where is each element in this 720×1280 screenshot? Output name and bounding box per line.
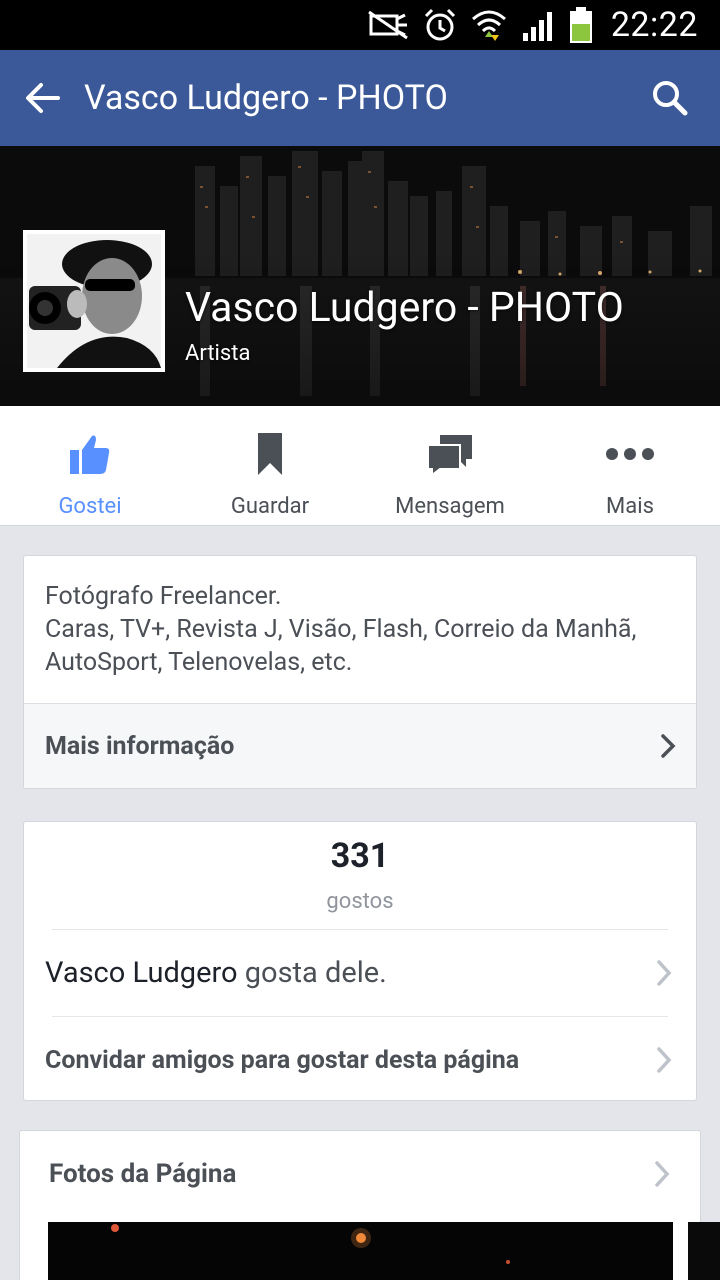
photo-image [48, 1222, 673, 1280]
friend-name: Vasco Ludgero [45, 956, 238, 990]
page-photos-title: Fotos da Página [49, 1159, 237, 1189]
cover-photo[interactable]: Vasco Ludgero - PHOTO Artista [0, 146, 720, 406]
likes-count: 331 [330, 836, 390, 876]
chevron-right-icon [657, 960, 672, 986]
signal-icon [521, 7, 555, 43]
thumbs-up-icon [68, 430, 112, 478]
wifi-icon [471, 7, 507, 43]
about-line-1: Fotógrafo Freelancer. [45, 582, 282, 611]
chevron-right-icon [661, 734, 676, 758]
likes-card: 331 gostos Vasco Ludgero gosta dele. Con… [23, 821, 697, 1101]
like-button[interactable]: Gostei [0, 406, 180, 525]
alarm-icon [423, 7, 457, 43]
profile-photo [27, 234, 161, 368]
likes-label: gostos [326, 889, 394, 914]
page-photos-card: Fotos da Página [19, 1130, 720, 1280]
like-label: Gostei [58, 494, 122, 519]
avatar[interactable] [23, 230, 165, 372]
message-button[interactable]: Mensagem [360, 406, 540, 525]
battery-icon [569, 7, 593, 43]
status-time: 22:22 [610, 5, 698, 45]
about-line-2: Caras, TV+, Revista J, Visão, Flash, Cor… [45, 615, 637, 677]
status-bar: 22:22 [0, 0, 720, 50]
invite-friends-label: Convidar amigos para gostar desta página [45, 1045, 520, 1075]
message-label: Mensagem [395, 494, 505, 519]
invite-friends-row[interactable]: Convidar amigos para gostar desta página [24, 1017, 696, 1103]
search-icon [653, 81, 688, 116]
page-photos-header[interactable]: Fotos da Página [20, 1131, 700, 1217]
more-info-label: Mais informação [45, 731, 235, 761]
photo-thumbnail[interactable] [688, 1222, 720, 1280]
about-card: Fotógrafo Freelancer. Caras, TV+, Revist… [23, 555, 697, 789]
save-label: Guardar [230, 494, 310, 519]
about-description: Fotógrafo Freelancer. Caras, TV+, Revist… [24, 556, 696, 679]
message-icon [426, 430, 474, 478]
more-icon [605, 430, 655, 478]
back-arrow-icon [26, 83, 60, 113]
more-info-row[interactable]: Mais informação [24, 703, 696, 788]
toolbar-title: Vasco Ludgero - PHOTO [84, 78, 448, 118]
back-button[interactable] [0, 50, 84, 146]
save-button[interactable]: Guardar [180, 406, 360, 525]
app-toolbar: Vasco Ludgero - PHOTO [0, 50, 720, 146]
page-name: Vasco Ludgero - PHOTO [185, 284, 624, 332]
search-button[interactable] [620, 50, 720, 146]
mute-icon [367, 7, 409, 43]
more-label: Mais [606, 494, 654, 519]
page-category: Artista [185, 341, 251, 366]
more-button[interactable]: Mais [540, 406, 720, 525]
friend-likes-row[interactable]: Vasco Ludgero gosta dele. [24, 930, 696, 1016]
photo-thumbnail[interactable] [48, 1222, 673, 1280]
chevron-right-icon [655, 1161, 670, 1187]
page-action-bar: Gostei Guardar Mensagem Mais [0, 406, 720, 526]
chevron-right-icon [657, 1047, 672, 1073]
friend-likes-suffix: gosta dele. [237, 956, 387, 990]
bookmark-icon [257, 430, 283, 478]
